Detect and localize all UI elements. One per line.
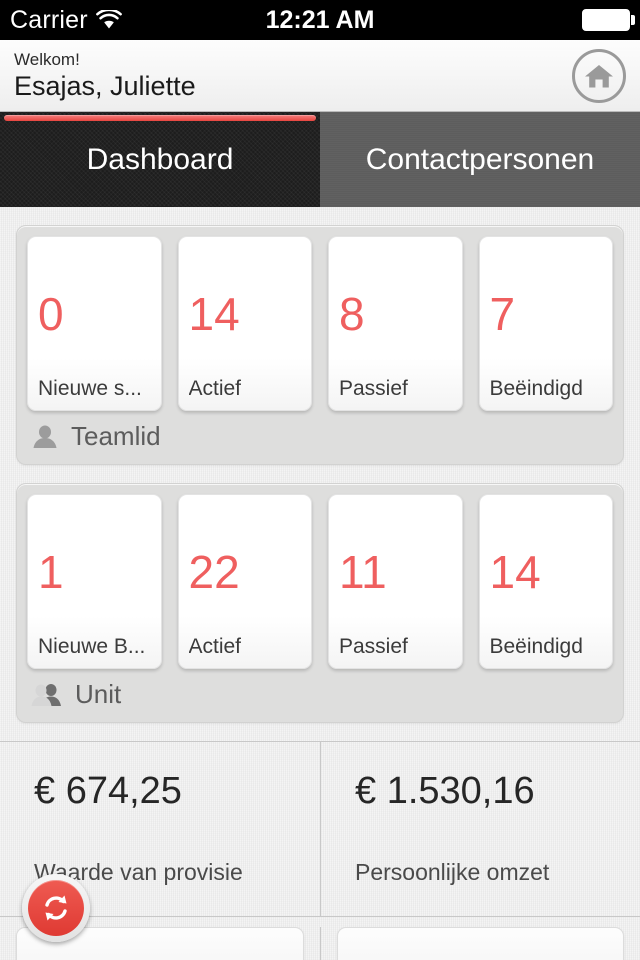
card-label: Passief	[339, 635, 408, 658]
tab-contactpersonen-label: Contactpersonen	[365, 142, 595, 176]
stat-value: € 1.530,16	[355, 770, 535, 812]
stats-row: € 674,25 Waarde van provisie € 1.530,16 …	[0, 741, 640, 916]
stat-card[interactable]: 1 Nieuwe B...	[27, 494, 162, 669]
card-value: 11	[339, 546, 387, 598]
stat-card-partial[interactable]	[320, 927, 640, 960]
dashboard-content: 0 Nieuwe s... 14 Actief 8 Passief 7 Beëi…	[0, 207, 640, 960]
header-text: Welkom! Esajas, Juliette	[14, 49, 196, 101]
carrier-label: Carrier	[10, 5, 88, 34]
app-header: Welkom! Esajas, Juliette	[0, 40, 640, 112]
unit-cards: 1 Nieuwe B... 22 Actief 11 Passief 14 Be…	[27, 494, 613, 669]
card-label: Beëindigd	[489, 377, 583, 400]
status-bar-left: Carrier	[10, 6, 122, 35]
stat-label: Persoonlijke omzet	[355, 859, 550, 885]
tab-bar: Dashboard Contactpersonen	[0, 112, 640, 221]
home-button[interactable]	[572, 48, 626, 103]
user-name-label: Esajas, Juliette	[14, 70, 196, 101]
stat-card[interactable]: 7 Beëindigd	[478, 236, 613, 411]
stat-card[interactable]: 22 Actief	[177, 494, 312, 669]
tab-dashboard[interactable]: Dashboard	[0, 112, 320, 221]
card-label: Beëindigd	[489, 635, 583, 658]
status-bar-right	[582, 9, 635, 31]
tab-contactpersonen[interactable]: Contactpersonen	[320, 112, 640, 207]
stat-card[interactable]: 14 Beëindigd	[478, 494, 613, 669]
people-icon	[31, 682, 63, 708]
teamlid-cards: 0 Nieuwe s... 14 Actief 8 Passief 7 Beëi…	[27, 236, 613, 411]
stat-value: € 674,25	[34, 770, 182, 812]
person-icon	[31, 424, 59, 450]
battery-full-icon	[582, 9, 635, 31]
tab-dashboard-label: Dashboard	[86, 142, 234, 176]
wifi-icon	[95, 10, 122, 30]
card-value: 8	[339, 288, 365, 340]
card-label: Actief	[188, 377, 242, 400]
group-teamlid: 0 Nieuwe s... 14 Actief 8 Passief 7 Beëi…	[16, 225, 624, 465]
group-footer-unit: Unit	[27, 669, 613, 716]
card-value: 14	[489, 546, 541, 598]
card-label: Nieuwe s...	[38, 377, 142, 400]
group-label: Unit	[75, 679, 122, 709]
greeting-label: Welkom!	[14, 49, 80, 69]
stat-card[interactable]: 8 Passief	[328, 236, 463, 411]
card-value: 1	[38, 546, 64, 598]
group-footer-teamlid: Teamlid	[27, 411, 613, 458]
stat-card[interactable]: 14 Actief	[177, 236, 312, 411]
app-root: Carrier 12:21 AM Welkom! Esajas, Juliett…	[0, 0, 640, 960]
card-value: 0	[38, 288, 64, 340]
card-value: 14	[188, 288, 240, 340]
group-label: Teamlid	[71, 421, 161, 451]
stats-row-next	[0, 916, 640, 960]
stat-omzet[interactable]: € 1.530,16 Persoonlijke omzet	[320, 742, 640, 916]
stat-card[interactable]: 11 Passief	[328, 494, 463, 669]
refresh-icon	[28, 880, 84, 936]
card-label: Nieuwe B...	[38, 635, 146, 658]
card-label: Actief	[188, 635, 242, 658]
group-unit: 1 Nieuwe B... 22 Actief 11 Passief 14 Be…	[16, 483, 624, 723]
card-value: 22	[188, 546, 240, 598]
stat-card[interactable]: 0 Nieuwe s...	[27, 236, 162, 411]
card-value: 7	[489, 288, 516, 340]
home-icon	[584, 62, 614, 90]
card-label: Passief	[339, 377, 408, 400]
refresh-button[interactable]	[22, 874, 90, 942]
status-bar: Carrier 12:21 AM	[0, 0, 640, 40]
